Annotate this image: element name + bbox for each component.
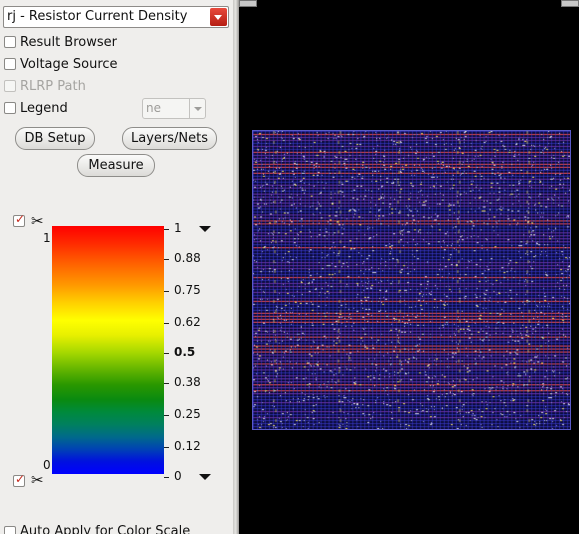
result-browser-option[interactable]: Result Browser [4, 33, 117, 51]
color-scale-bar[interactable] [52, 226, 164, 474]
scale-upper-end: 1 [43, 231, 51, 245]
scale-tick [164, 258, 169, 260]
measure-button[interactable]: Measure [77, 154, 155, 177]
voltage-source-option[interactable]: Voltage Source [4, 55, 118, 73]
result-type-dropdown[interactable]: rj - Resistor Current Density [3, 6, 229, 28]
scale-tick-label: 0.25 [174, 407, 201, 421]
scale-tick [164, 353, 169, 354]
check-mark-icon: ✓ [15, 472, 26, 486]
scissors-icon[interactable]: ✂ [31, 472, 44, 488]
layers-nets-button[interactable]: Layers/Nets [122, 127, 217, 150]
scale-tick [164, 477, 169, 478]
rlrp-path-checkbox [4, 80, 16, 92]
check-mark-icon: ✓ [15, 212, 26, 226]
legend-position-combo: ne [142, 98, 206, 119]
scissors-icon[interactable]: ✂ [31, 213, 44, 229]
scale-tick [164, 291, 169, 292]
db-setup-button[interactable]: DB Setup [15, 127, 95, 150]
scale-tick [164, 415, 169, 416]
voltage-source-checkbox[interactable] [4, 58, 16, 70]
scale-tick [164, 323, 169, 325]
auto-apply-label: Auto Apply for Color Scale [20, 524, 191, 534]
scale-tick [164, 229, 169, 230]
chevron-down-icon [214, 15, 222, 20]
lower-clip-checkbox[interactable]: ✓ [13, 472, 26, 487]
scale-tick-label: 0.5 [174, 345, 196, 359]
dropdown-arrow-button[interactable] [210, 8, 227, 26]
rlrp-path-label: RLRP Path [20, 78, 86, 94]
auto-apply-option[interactable]: Auto Apply for Color Scale [4, 524, 190, 534]
scale-tick-label: 0.62 [174, 315, 201, 330]
rlrp-path-option: RLRP Path [4, 77, 86, 95]
scale-tick [164, 382, 169, 384]
current-density-map[interactable] [252, 130, 571, 430]
scale-tick [164, 447, 169, 449]
scale-tick-label: 0.12 [174, 439, 201, 454]
auto-apply-checkbox[interactable] [4, 525, 16, 534]
scale-lower-end: 0 [43, 458, 51, 472]
legend-option[interactable]: Legend [4, 99, 68, 117]
control-panel: rj - Resistor Current Density Result Bro… [0, 0, 233, 534]
scale-tick-label: 1 [174, 221, 182, 235]
legend-combo-arrow [189, 99, 205, 118]
result-browser-checkbox[interactable] [4, 36, 16, 48]
chevron-down-icon [194, 107, 202, 111]
result-type-value: rj - Resistor Current Density [7, 9, 188, 24]
view-corner-icon [239, 0, 257, 7]
triangle-down-icon[interactable] [199, 226, 211, 232]
legend-position-value: ne [146, 101, 161, 115]
upper-clip-checkbox[interactable]: ✓ [13, 212, 26, 227]
scale-tick-label: 0.75 [174, 283, 201, 297]
legend-checkbox[interactable] [4, 102, 16, 114]
voltage-source-label: Voltage Source [20, 56, 118, 72]
scale-tick-label: 0 [174, 469, 182, 483]
result-browser-label: Result Browser [20, 34, 117, 50]
triangle-down-icon[interactable] [199, 474, 211, 480]
view-corner-icon [561, 0, 579, 7]
scale-tick-label: 0.38 [174, 374, 201, 389]
legend-label: Legend [20, 100, 68, 116]
scale-tick-label: 0.88 [174, 250, 201, 265]
